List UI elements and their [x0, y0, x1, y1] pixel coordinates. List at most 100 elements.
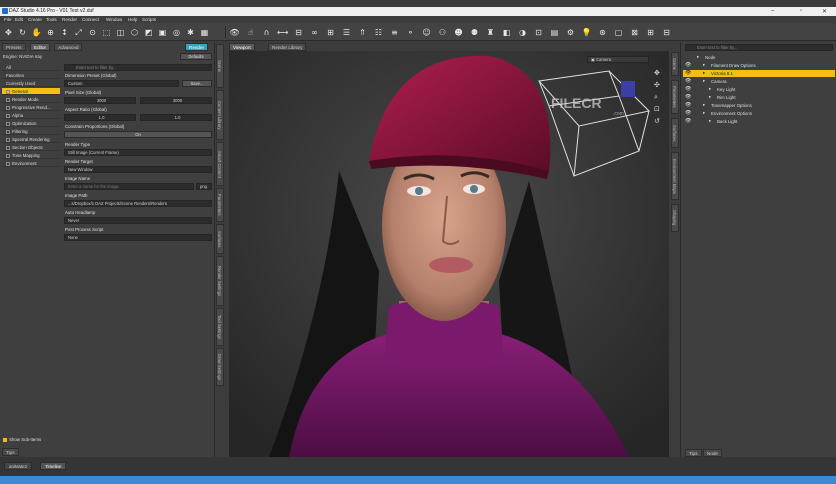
expand-box-icon[interactable]	[6, 129, 10, 134]
tree-node-icon[interactable]: ▸	[703, 78, 705, 85]
expression-icon[interactable]: ☻	[453, 27, 464, 38]
frame-icon[interactable]: ⊡	[654, 105, 660, 113]
figure-icon[interactable]: ☺	[421, 27, 432, 38]
distribute-icon[interactable]: ☷	[373, 27, 384, 38]
vtab-left[interactable]: Tool Settings	[216, 308, 224, 346]
tree-node-icon[interactable]: ▸	[703, 70, 705, 77]
category-item[interactable]: Spectral Rendering	[2, 136, 60, 143]
glasses-icon[interactable]: ∞	[309, 27, 320, 38]
menu-edit[interactable]: Edit	[15, 17, 23, 22]
category-item[interactable]: Environment	[2, 160, 60, 167]
arrow-icon[interactable]: ⇑	[357, 27, 368, 38]
maximize-button[interactable]: ▫	[800, 8, 802, 14]
image-path-field[interactable]: ...s/Dropbox/1 DAZ Projects/Scene Render…	[64, 200, 212, 207]
visibility-eye-icon[interactable]: 👁	[685, 86, 691, 93]
tab-advanced[interactable]: Advanced	[54, 43, 83, 51]
visibility-eye-icon[interactable]: 👁	[685, 62, 691, 69]
pixel-width-field[interactable]: 3000	[64, 97, 136, 104]
close-button[interactable]: ✕	[822, 8, 827, 15]
vtab-right[interactable]: Scene	[671, 52, 679, 76]
category-item[interactable]: Progressive Rend...	[2, 104, 60, 111]
category-item[interactable]: All	[2, 64, 60, 71]
category-item[interactable]: Optimization	[2, 120, 60, 127]
magnet-icon[interactable]: ∩	[261, 27, 272, 38]
render-icon[interactable]: ⚙	[565, 27, 576, 38]
visibility-eye-icon[interactable]: 👁	[685, 78, 691, 85]
expand-box-icon[interactable]	[6, 153, 10, 158]
pan-icon[interactable]: ✣	[654, 81, 660, 89]
tree-node-icon[interactable]: ▸	[703, 110, 705, 117]
aspect-height-field[interactable]: 1.0	[140, 114, 212, 121]
camera-tool-icon[interactable]: ◎	[171, 27, 182, 38]
render-target-select[interactable]: New Window	[64, 166, 212, 173]
view-icon[interactable]: 👁	[229, 27, 240, 38]
dimension-preset-select[interactable]: Custom	[64, 80, 179, 87]
menu-window[interactable]: Window	[106, 17, 122, 22]
region-tool-icon[interactable]: ⬚	[101, 27, 112, 38]
tree-node-icon[interactable]: ▸	[703, 102, 705, 109]
scene-item[interactable]: 👁 ▸ Back Light	[683, 118, 835, 125]
engine-label[interactable]: Engine: NVIDIA Iray	[3, 54, 42, 59]
tree-node-icon[interactable]: ▸	[697, 54, 699, 61]
reset-icon[interactable]: ↺	[654, 117, 660, 125]
category-item[interactable]: Alpha	[2, 112, 60, 119]
viewport[interactable]: FILECR .com ▣ Camera ✥ ✣ ⌕ ⊡ ↺	[229, 51, 669, 457]
category-item[interactable]: Section Objects	[2, 144, 60, 151]
category-item[interactable]: Filtering	[2, 128, 60, 135]
vtab-left[interactable]: Render Settings	[216, 256, 224, 306]
menu-create[interactable]: Create	[28, 17, 42, 22]
tab-tips[interactable]: Tips	[2, 448, 19, 456]
clothing-icon[interactable]: ♜	[485, 27, 496, 38]
scene-item[interactable]: 👁 ▸ Environment Options	[683, 110, 835, 117]
hair-icon[interactable]: ⚉	[469, 27, 480, 38]
orbit-icon[interactable]: ✥	[654, 69, 660, 77]
visibility-eye-icon[interactable]: 👁	[685, 94, 691, 101]
hand-icon[interactable]: ☝	[245, 27, 256, 38]
expand-box-icon[interactable]	[6, 97, 10, 102]
spot-render-icon[interactable]: ◩	[143, 27, 154, 38]
vtab-left[interactable]: Surfaces	[216, 224, 224, 254]
joint-editor-icon[interactable]: ⊕	[45, 27, 56, 38]
camera-selector[interactable]: ▣ Camera	[587, 56, 649, 63]
tree-node-icon[interactable]: ▸	[709, 86, 711, 93]
vtab-left[interactable]: Draw Settings	[216, 348, 224, 386]
settings-search-input[interactable]: Enter text to filter by...	[64, 64, 212, 71]
category-item[interactable]: Currently Used	[2, 80, 60, 87]
category-item[interactable]: Favorites	[2, 72, 60, 79]
tree-node-icon[interactable]: ▸	[703, 62, 705, 69]
layout-icon[interactable]: ⊠	[629, 27, 640, 38]
expand-box-icon[interactable]	[6, 145, 10, 150]
tree-node-icon[interactable]: ▸	[709, 118, 711, 125]
category-item[interactable]: Tone Mapping	[2, 152, 60, 159]
vtab-right[interactable]: Environment Maps	[671, 152, 679, 200]
tab-node[interactable]: Node	[703, 449, 722, 457]
geometry-tool-icon[interactable]: ⬡	[129, 27, 140, 38]
tab-timeline[interactable]: Timeline	[40, 462, 67, 470]
post-process-select[interactable]: None	[64, 234, 212, 241]
bars-icon[interactable]: ≡	[389, 27, 400, 38]
menu-connect[interactable]: Connect	[82, 17, 99, 22]
lock-icon[interactable]: ⊟	[293, 27, 304, 38]
node-select-icon[interactable]: ⊙	[87, 27, 98, 38]
visibility-eye-icon[interactable]: 👁	[685, 118, 691, 125]
scene-item[interactable]: 👁 ▸ Camera	[683, 78, 835, 85]
dimension-icon[interactable]: ⊞	[645, 27, 656, 38]
primitive-icon[interactable]: ▣	[157, 27, 168, 38]
scene-item[interactable]: 👁 ▸ Victoria 8.1	[683, 70, 835, 77]
snap-icon[interactable]: ⚬	[405, 27, 416, 38]
expand-box-icon[interactable]	[6, 113, 10, 118]
align-icon[interactable]: ☰	[341, 27, 352, 38]
tab-editor[interactable]: Editor	[30, 43, 51, 51]
show-subitems-checkbox[interactable]: Show Sub-Items	[3, 437, 41, 442]
vtab-left[interactable]: Scene	[216, 44, 224, 88]
prop-icon[interactable]: ◧	[501, 27, 512, 38]
visibility-eye-icon[interactable]: 👁	[685, 110, 691, 117]
active-pose-icon[interactable]: ✋	[31, 27, 42, 38]
scene-item[interactable]: 👁 ▸ Filament Draw Options	[683, 62, 835, 69]
expand-box-icon[interactable]	[6, 89, 10, 94]
save-preset-button[interactable]: Save...	[182, 80, 212, 87]
minimize-button[interactable]: –	[771, 8, 774, 14]
scene-item[interactable]: 👁 ▸ Key Light	[683, 86, 835, 93]
node-tool-icon[interactable]: ▦	[199, 27, 210, 38]
universal-tool-icon[interactable]: ✥	[3, 27, 14, 38]
